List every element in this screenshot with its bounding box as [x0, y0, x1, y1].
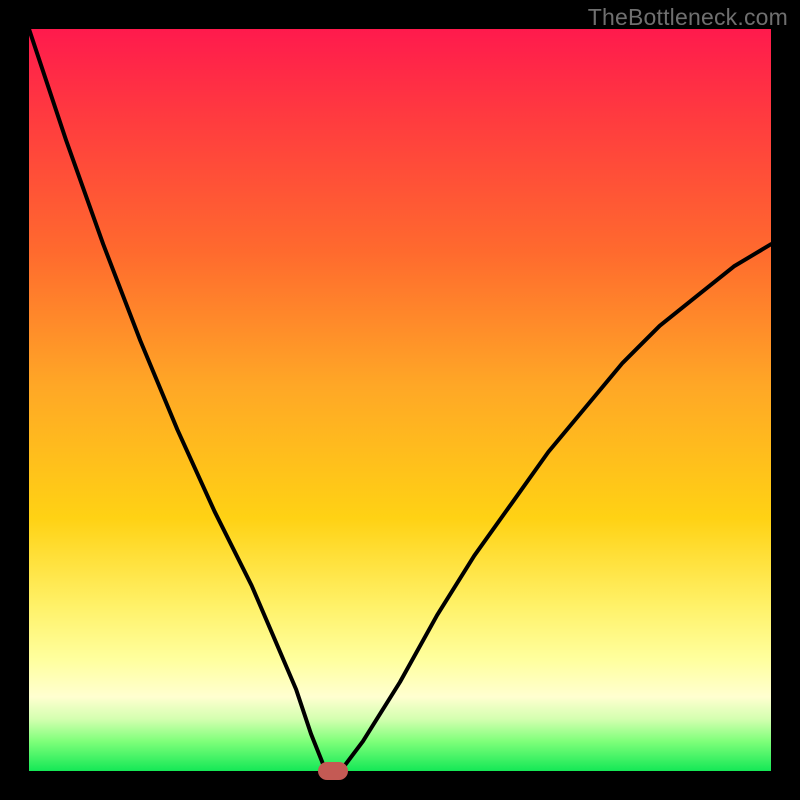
curve-svg — [29, 29, 771, 771]
plot-area — [29, 29, 771, 771]
bottleneck-curve — [29, 29, 771, 771]
watermark-text: TheBottleneck.com — [588, 4, 788, 31]
optimal-marker — [318, 762, 348, 780]
chart-frame: TheBottleneck.com — [0, 0, 800, 800]
